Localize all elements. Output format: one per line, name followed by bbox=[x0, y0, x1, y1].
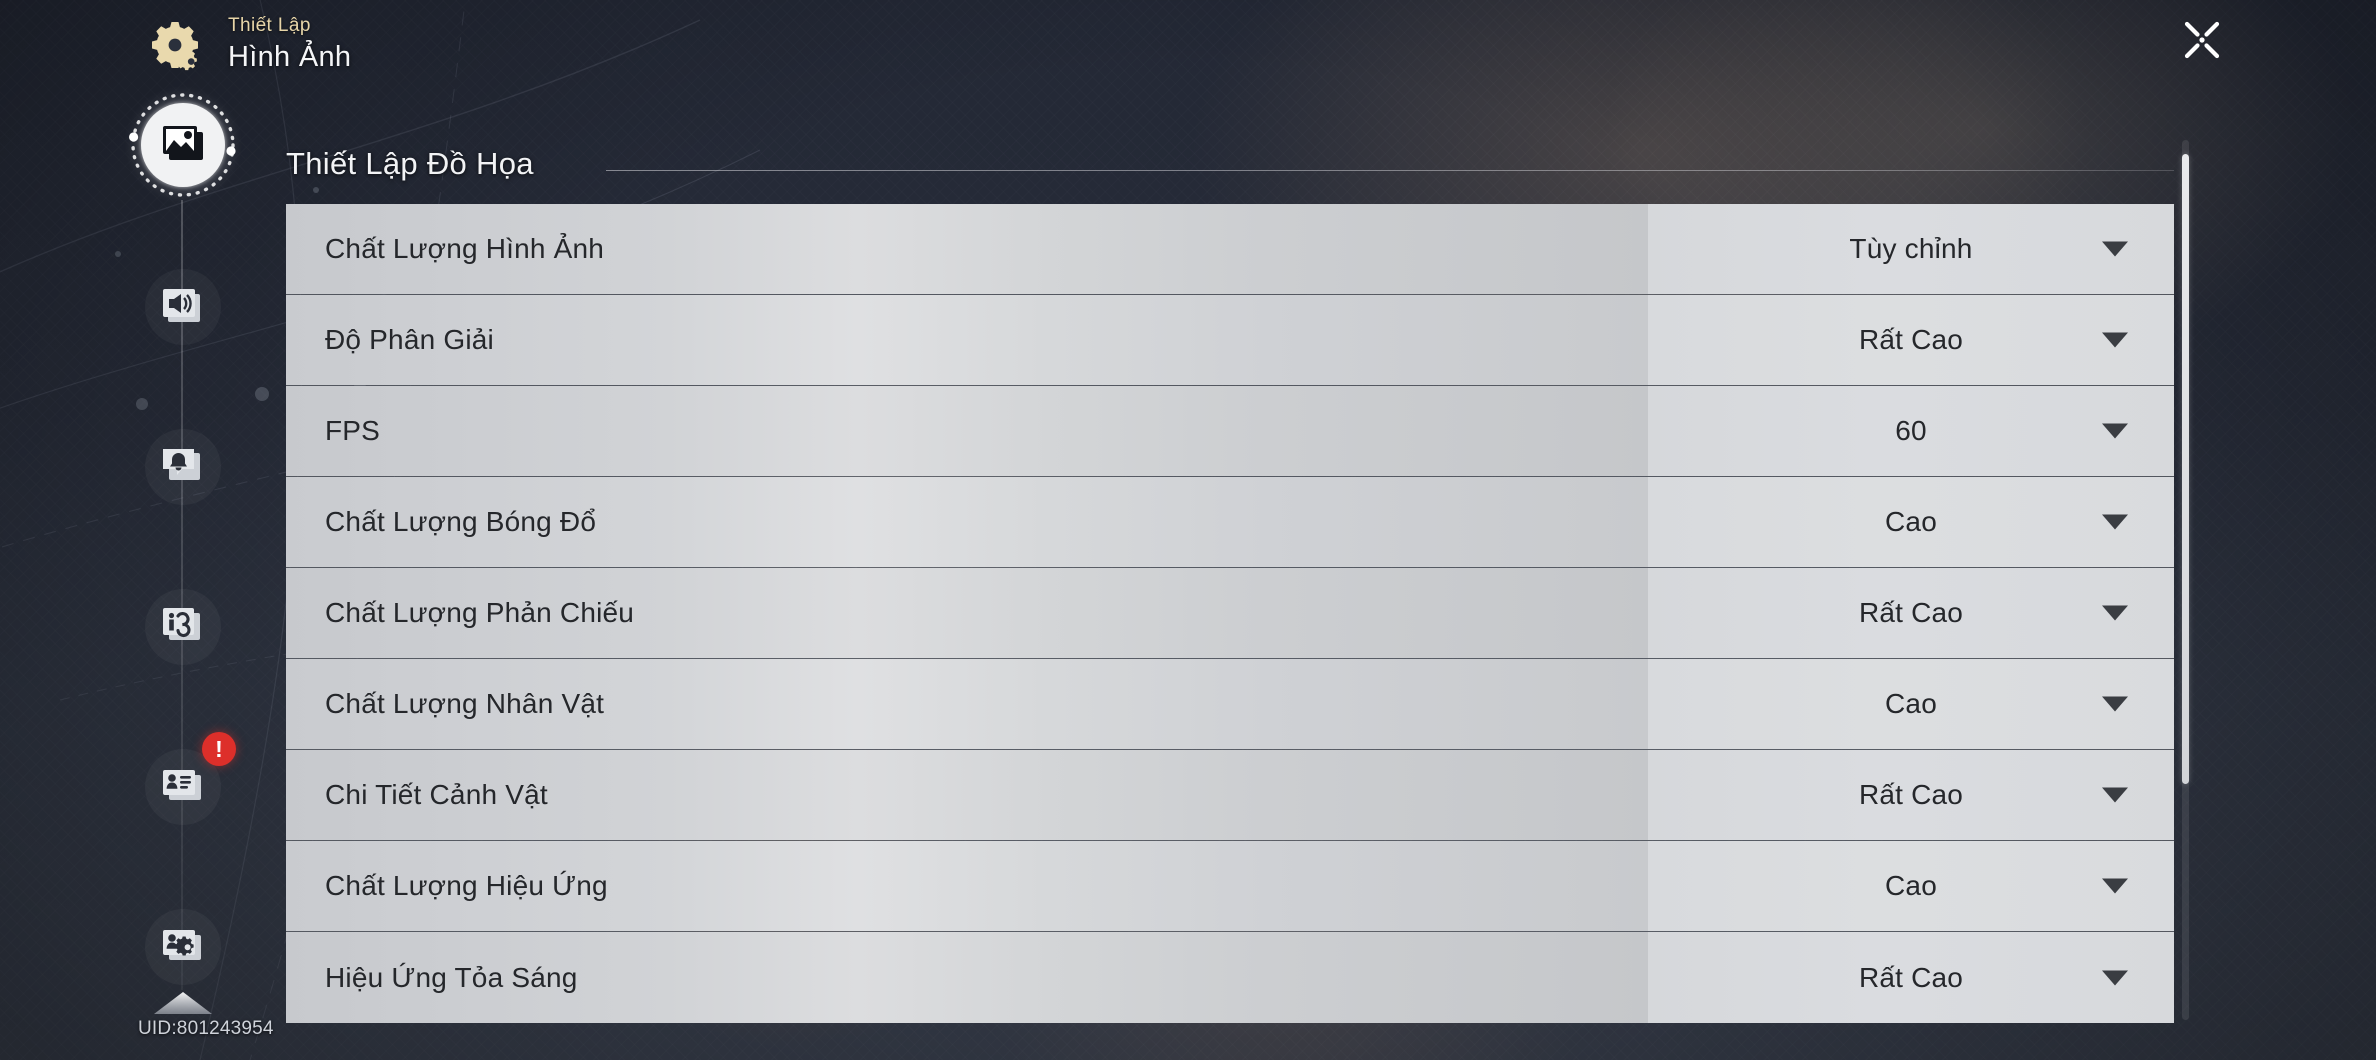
sidebar-icon-wrap bbox=[145, 909, 221, 985]
settings-row-dropdown[interactable]: Rất Cao bbox=[1648, 750, 2174, 840]
settings-row-label-cell: Độ Phân Giải bbox=[286, 295, 1648, 385]
sidebar-item-account[interactable]: ! bbox=[128, 732, 238, 842]
bell-notification-icon bbox=[163, 449, 200, 480]
settings-row[interactable]: Chất Lượng Hiệu Ứng Cao bbox=[286, 841, 2174, 932]
settings-row[interactable]: Chất Lượng Nhân Vật Cao bbox=[286, 659, 2174, 750]
sidebar-item-language[interactable] bbox=[128, 572, 238, 682]
section-divider bbox=[606, 170, 2174, 171]
close-x-icon bbox=[2184, 21, 2220, 59]
settings-row[interactable]: Chi Tiết Cảnh Vật Rất Cao bbox=[286, 750, 2174, 841]
settings-row-label: Chất Lượng Hình Ảnh bbox=[325, 233, 605, 264]
settings-row-dropdown[interactable]: Rất Cao bbox=[1648, 568, 2174, 658]
sidebar-icon-wrap bbox=[145, 429, 221, 505]
settings-row-dropdown[interactable]: Tùy chỉnh bbox=[1648, 204, 2174, 294]
settings-row-dropdown[interactable]: Rất Cao bbox=[1648, 295, 2174, 385]
gear-icon bbox=[152, 22, 198, 71]
image-picture-icon bbox=[163, 126, 203, 160]
settings-row-value: Rất Cao bbox=[1858, 961, 1964, 993]
settings-row[interactable]: Chất Lượng Hình Ảnh Tùy chỉnh bbox=[286, 204, 2174, 295]
settings-row-dropdown[interactable]: 60 bbox=[1648, 386, 2174, 476]
settings-row-label: Chất Lượng Hiệu Ứng bbox=[325, 870, 608, 901]
scrollbar-thumb[interactable] bbox=[2182, 154, 2189, 784]
graphics-settings-panel: Thiết Lập Đồ Họa Chất Lượng Hình Ảnh Tùy … bbox=[286, 144, 2174, 1023]
settings-row-dropdown[interactable]: Cao bbox=[1648, 477, 2174, 567]
settings-row-dropdown[interactable]: Cao bbox=[1648, 659, 2174, 749]
settings-row-label: Hiệu Ứng Tỏa Sáng bbox=[325, 961, 578, 993]
chevron-down-icon bbox=[2102, 878, 2128, 894]
settings-row-label-cell: Chất Lượng Hình Ảnh bbox=[286, 204, 1648, 294]
chevron-down-icon bbox=[2102, 423, 2128, 439]
settings-row-value: Rất Cao bbox=[1858, 597, 1964, 628]
settings-row-value: 60 bbox=[1895, 415, 1927, 446]
settings-row-label-cell: Chất Lượng Hiệu Ứng bbox=[286, 841, 1648, 931]
uid-label: UID:801243954 bbox=[138, 1018, 274, 1039]
settings-row-value: Cao bbox=[1885, 688, 1937, 719]
settings-row-value: Cao bbox=[1885, 870, 1937, 901]
settings-screen: Thiết Lập Hình Ảnh ! UID:801243954 Thiết… bbox=[0, 0, 2376, 1060]
sidebar-nav: ! bbox=[128, 90, 238, 1050]
settings-row[interactable]: Chất Lượng Phản Chiếu Rất Cao bbox=[286, 568, 2174, 659]
section-title: Thiết Lập Đồ Họa bbox=[286, 146, 534, 181]
settings-row-label: Chất Lượng Phản Chiếu bbox=[325, 597, 635, 628]
settings-row-label-cell: Chi Tiết Cảnh Vật bbox=[286, 750, 1648, 840]
settings-row-dropdown[interactable]: Cao bbox=[1648, 841, 2174, 931]
chevron-down-icon bbox=[2102, 787, 2128, 803]
settings-row-label-cell: Hiệu Ứng Tỏa Sáng bbox=[286, 932, 1648, 1023]
settings-row-label-cell: Chất Lượng Nhân Vật bbox=[286, 659, 1648, 749]
chevron-down-icon bbox=[2102, 241, 2128, 257]
settings-row-label: Độ Phân Giải bbox=[325, 324, 494, 355]
chevron-down-icon bbox=[2102, 514, 2128, 530]
sidebar-icon-wrap bbox=[145, 589, 221, 665]
user-gear-icon bbox=[163, 930, 201, 960]
chevron-down-icon bbox=[2102, 332, 2128, 348]
header-kicker: Thiết Lập bbox=[228, 15, 311, 36]
settings-row[interactable]: Chất Lượng Bóng Đổ Cao bbox=[286, 477, 2174, 568]
language-i3-icon bbox=[163, 608, 200, 640]
settings-row-list: Chất Lượng Hình Ảnh Tùy chỉnh Độ Phân Giải… bbox=[286, 204, 2174, 1023]
settings-row-value: Rất Cao bbox=[1858, 324, 1964, 355]
settings-row-dropdown[interactable]: Rất Cao bbox=[1648, 932, 2174, 1023]
settings-row[interactable]: Độ Phân Giải Rất Cao bbox=[286, 295, 2174, 386]
sidebar-item-sound[interactable] bbox=[128, 252, 238, 362]
settings-row-value: Rất Cao bbox=[1858, 779, 1964, 810]
settings-row[interactable]: Hiệu Ứng Tỏa Sáng Rất Cao bbox=[286, 932, 2174, 1023]
settings-row-label: Chi Tiết Cảnh Vật bbox=[325, 779, 548, 810]
sidebar-item-graphics[interactable] bbox=[128, 90, 238, 200]
id-card-icon bbox=[163, 770, 201, 800]
chevron-down-icon bbox=[2102, 605, 2128, 621]
chevron-down-icon bbox=[2102, 970, 2128, 985]
settings-row-label-cell: Chất Lượng Bóng Đổ bbox=[286, 477, 1648, 567]
chevron-down-icon bbox=[2102, 696, 2128, 712]
section-header: Thiết Lập Đồ Họa bbox=[286, 144, 2174, 204]
close-button[interactable] bbox=[2172, 10, 2232, 70]
sidebar-item-notifications[interactable] bbox=[128, 412, 238, 522]
settings-row-value: Cao bbox=[1885, 506, 1937, 537]
settings-row-value: Tùy chỉnh bbox=[1849, 233, 1973, 264]
status-badge: ! bbox=[202, 732, 236, 766]
page-title: Hình Ảnh bbox=[228, 41, 352, 73]
settings-row[interactable]: FPS 60 bbox=[286, 386, 2174, 477]
header-text-block: Thiết Lập Hình Ảnh bbox=[228, 14, 351, 75]
header: Thiết Lập Hình Ảnh bbox=[0, 0, 2376, 96]
scrollbar-track[interactable] bbox=[2182, 140, 2189, 1020]
settings-row-label: Chất Lượng Nhân Vật bbox=[325, 688, 605, 719]
settings-row-label: Chất Lượng Bóng Đổ bbox=[325, 506, 597, 537]
settings-row-label-cell: FPS bbox=[286, 386, 1648, 476]
settings-row-label-cell: Chất Lượng Phản Chiếu bbox=[286, 568, 1648, 658]
speaker-volume-icon bbox=[163, 289, 200, 322]
settings-row-label: FPS bbox=[325, 415, 381, 446]
sidebar-icon-wrap bbox=[145, 269, 221, 345]
sidebar-icon-wrap bbox=[141, 103, 225, 187]
